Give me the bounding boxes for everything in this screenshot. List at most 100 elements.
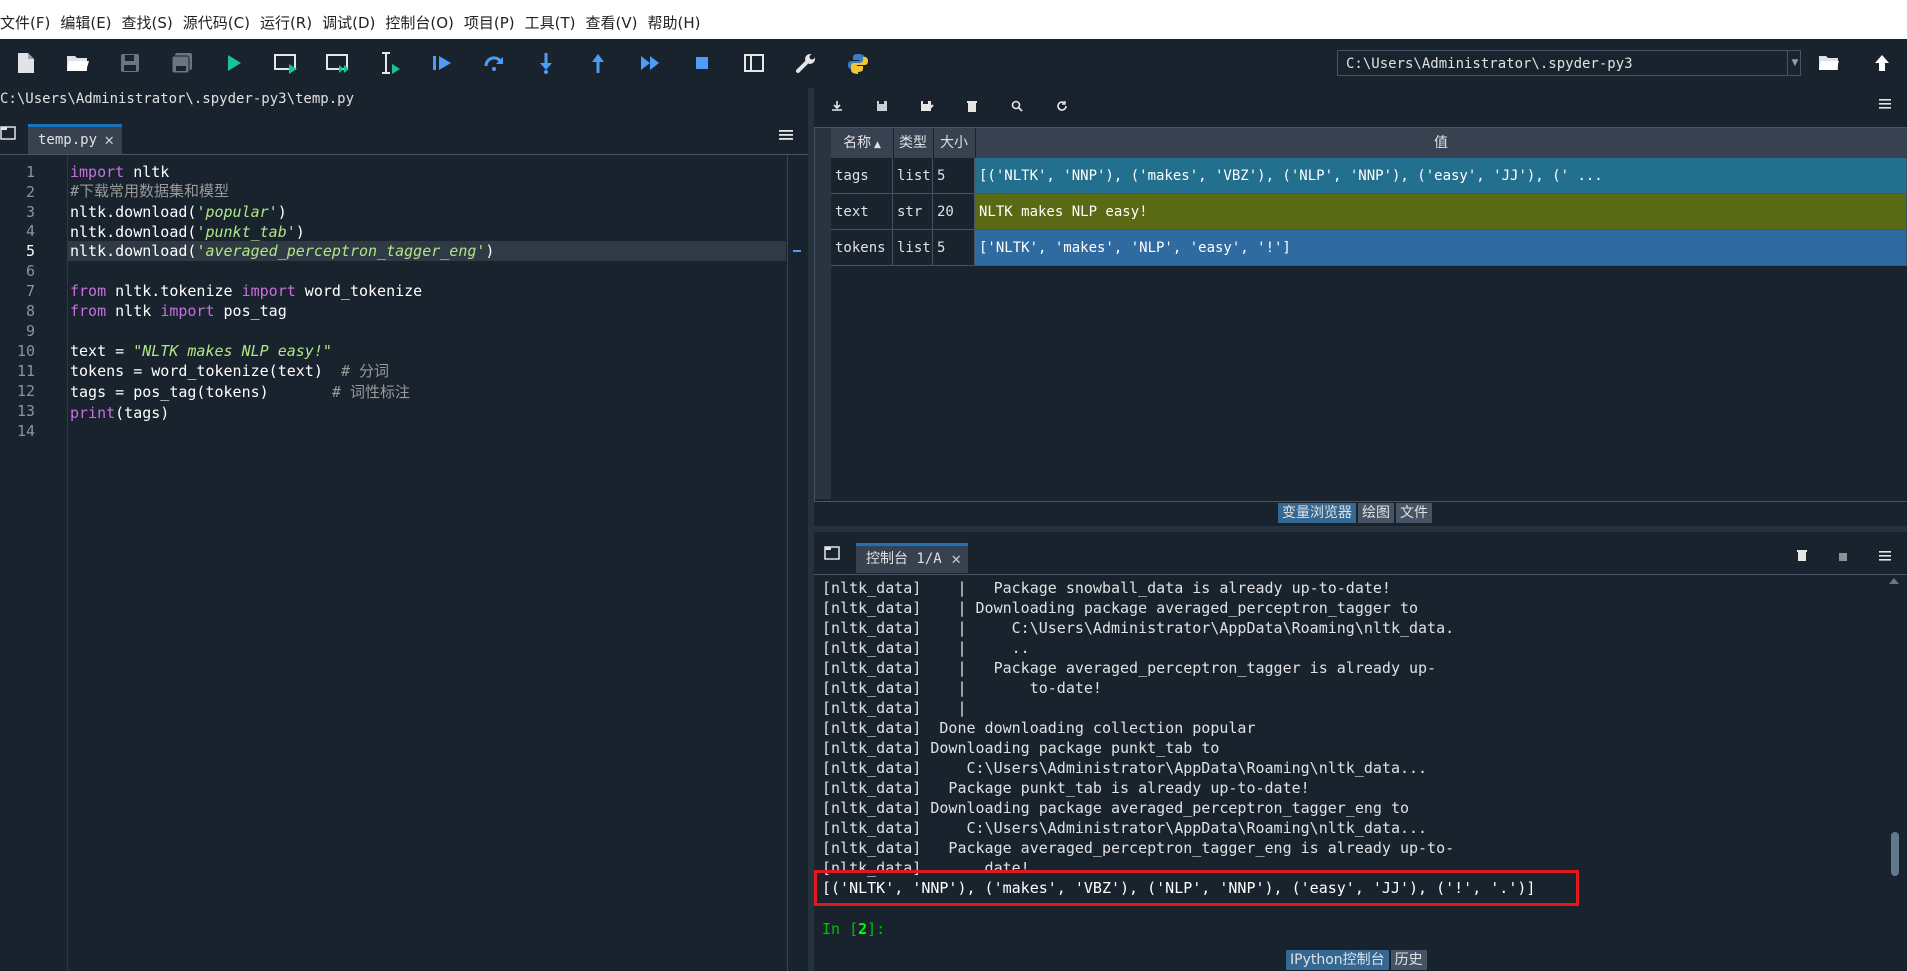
console-output-line: [nltk_data] C:\Users\Administrator\AppDa…: [822, 819, 1428, 837]
new-file-icon[interactable]: [0, 39, 52, 87]
menu-edit[interactable]: 编辑(E): [55, 7, 116, 39]
console-output-line: [nltk_data] | Package averaged_perceptro…: [822, 659, 1437, 677]
stop-icon[interactable]: [676, 39, 728, 87]
menu-search[interactable]: 查找(S): [117, 7, 178, 39]
highlight-box: [814, 870, 1579, 906]
save-data-icon[interactable]: [859, 88, 904, 124]
variable-name: tags: [831, 158, 893, 194]
save-data-as-icon[interactable]: [904, 88, 949, 124]
code-editor[interactable]: 1 2 3 4 5 6 7 8 9 10 11 12 13 14 import …: [0, 155, 808, 971]
run-cell-advance-icon[interactable]: [312, 39, 364, 87]
console-output-line: [nltk_data] | C:\Users\Administrator\App…: [822, 619, 1455, 637]
preferences-wrench-icon[interactable]: [780, 39, 832, 87]
column-header-size[interactable]: 大小: [933, 128, 976, 158]
variable-row[interactable]: text str 20 NLTK makes NLP easy!: [831, 194, 1907, 230]
python-path-icon[interactable]: [832, 39, 884, 87]
editor-file-path: C:\Users\Administrator\.spyder-py3\temp.…: [0, 91, 355, 107]
menu-view[interactable]: 查看(V): [581, 7, 643, 39]
remove-all-variables-icon[interactable]: [1796, 548, 1814, 566]
options-menu-icon[interactable]: [1878, 96, 1898, 116]
code-line-3: nltk.download('popular'): [70, 203, 287, 221]
row-header-column: [815, 128, 831, 499]
browse-tabs-icon[interactable]: [0, 126, 18, 144]
menu-tools[interactable]: 工具(T): [520, 7, 581, 39]
variable-row[interactable]: tokens list 5 ['NLTK', 'makes', 'NLP', '…: [831, 230, 1907, 266]
search-icon[interactable]: [994, 88, 1039, 124]
open-file-icon[interactable]: [52, 39, 104, 87]
code-line-13: print(tags): [70, 404, 170, 422]
line-number-gutter: 1 2 3 4 5 6 7 8 9 10 11 12 13 14: [0, 155, 68, 971]
variable-table[interactable]: 名称 ▲ 类型 大小 值 tags list 5 [('NLTK', 'NNP'…: [814, 127, 1907, 502]
working-directory-dropdown-icon[interactable]: ▼: [1787, 50, 1802, 76]
console-output-line: [nltk_data] Downloading package punkt_ta…: [822, 739, 1220, 757]
variable-size: 5: [933, 158, 975, 194]
menu-run[interactable]: 运行(R): [255, 7, 317, 39]
column-header-value[interactable]: 值: [975, 128, 1907, 158]
console-scrollbar[interactable]: [1889, 578, 1901, 944]
tab-files[interactable]: 文件: [1396, 503, 1432, 523]
continue-icon[interactable]: [624, 39, 676, 87]
editor-tab-bar: temp.py ✕: [0, 118, 808, 155]
menu-consoles[interactable]: 控制台(O): [380, 7, 459, 39]
editor-tab-temp-py[interactable]: temp.py ✕: [28, 124, 122, 154]
console-output-line: [nltk_data] Done downloading collection …: [822, 719, 1256, 737]
step-out-icon[interactable]: [572, 39, 624, 87]
save-icon[interactable]: [104, 39, 156, 87]
step-into-icon[interactable]: [520, 39, 572, 87]
line-number: 7: [25, 282, 35, 300]
run-cell-icon[interactable]: [260, 39, 312, 87]
variable-size: 20: [933, 194, 975, 230]
console-output-line: [nltk_data] | Downloading package averag…: [822, 599, 1419, 617]
run-icon[interactable]: [208, 39, 260, 87]
editor-tab-label: temp.py: [38, 132, 98, 148]
console-output-line: [nltk_data] |: [822, 699, 967, 717]
tab-plots[interactable]: 绘图: [1358, 503, 1394, 523]
interrupt-kernel-icon[interactable]: [1838, 548, 1856, 566]
remove-all-icon[interactable]: [949, 88, 994, 124]
console-prompt[interactable]: In [2]:: [822, 919, 885, 939]
close-icon[interactable]: ✕: [951, 546, 961, 572]
console-output-line: [nltk_data] C:\Users\Administrator\AppDa…: [822, 759, 1428, 777]
debug-icon[interactable]: [416, 39, 468, 87]
tab-variable-explorer[interactable]: 变量浏览器: [1278, 503, 1356, 523]
refresh-icon[interactable]: [1039, 88, 1084, 124]
console-output-line: [nltk_data] Package averaged_perceptron_…: [822, 839, 1455, 857]
menu-source[interactable]: 源代码(C): [178, 7, 255, 39]
line-number: 4: [25, 222, 35, 240]
maximize-pane-icon[interactable]: [728, 39, 780, 87]
step-over-icon[interactable]: [468, 39, 520, 87]
parent-directory-icon[interactable]: [1860, 42, 1904, 84]
console-scrollbar-thumb[interactable]: [1891, 832, 1899, 876]
close-icon[interactable]: ✕: [104, 127, 114, 153]
tab-history[interactable]: 历史: [1390, 950, 1427, 970]
column-header-type[interactable]: 类型: [893, 128, 934, 158]
tab-ipython-console[interactable]: IPython控制台: [1286, 950, 1389, 970]
run-selection-icon[interactable]: [364, 39, 416, 87]
options-menu-icon[interactable]: [1878, 548, 1898, 566]
console-tab-bar: 控制台 1/A ✕: [814, 540, 1907, 575]
editor-scrollbar[interactable]: [789, 155, 805, 971]
variable-size: 5: [933, 230, 975, 266]
code-line-8: from nltk import pos_tag: [70, 302, 287, 320]
menu-help[interactable]: 帮助(H): [642, 7, 705, 39]
code-line-7: from nltk.tokenize import word_tokenize: [70, 282, 423, 300]
save-all-icon[interactable]: [156, 39, 208, 87]
scroll-up-icon[interactable]: [1889, 578, 1899, 584]
horizontal-splitter[interactable]: [814, 526, 1907, 532]
variable-type: list: [893, 158, 933, 194]
browse-tabs-icon[interactable]: [824, 546, 842, 564]
working-directory-input[interactable]: C:\Users\Administrator\.spyder-py3: [1337, 50, 1801, 76]
column-header-name[interactable]: 名称 ▲: [831, 128, 894, 158]
browse-directory-icon[interactable]: [1805, 42, 1853, 84]
variable-row[interactable]: tags list 5 [('NLTK', 'NNP'), ('makes', …: [831, 158, 1907, 194]
right-top-pane-tabs: 变量浏览器 绘图 文件: [1278, 503, 1434, 523]
console-tab[interactable]: 控制台 1/A ✕: [856, 543, 968, 573]
variable-table-header: 名称 ▲ 类型 大小 值: [831, 128, 1907, 158]
console-output-line: [nltk_data] Package punkt_tab is already…: [822, 779, 1310, 797]
menu-file[interactable]: 文件(F): [0, 7, 55, 39]
menu-projects[interactable]: 项目(P): [459, 7, 520, 39]
options-menu-icon[interactable]: [778, 128, 798, 148]
menu-debug[interactable]: 调试(D): [317, 7, 380, 39]
console-tab-label: 控制台 1/A: [866, 551, 942, 567]
import-data-icon[interactable]: [814, 88, 859, 124]
